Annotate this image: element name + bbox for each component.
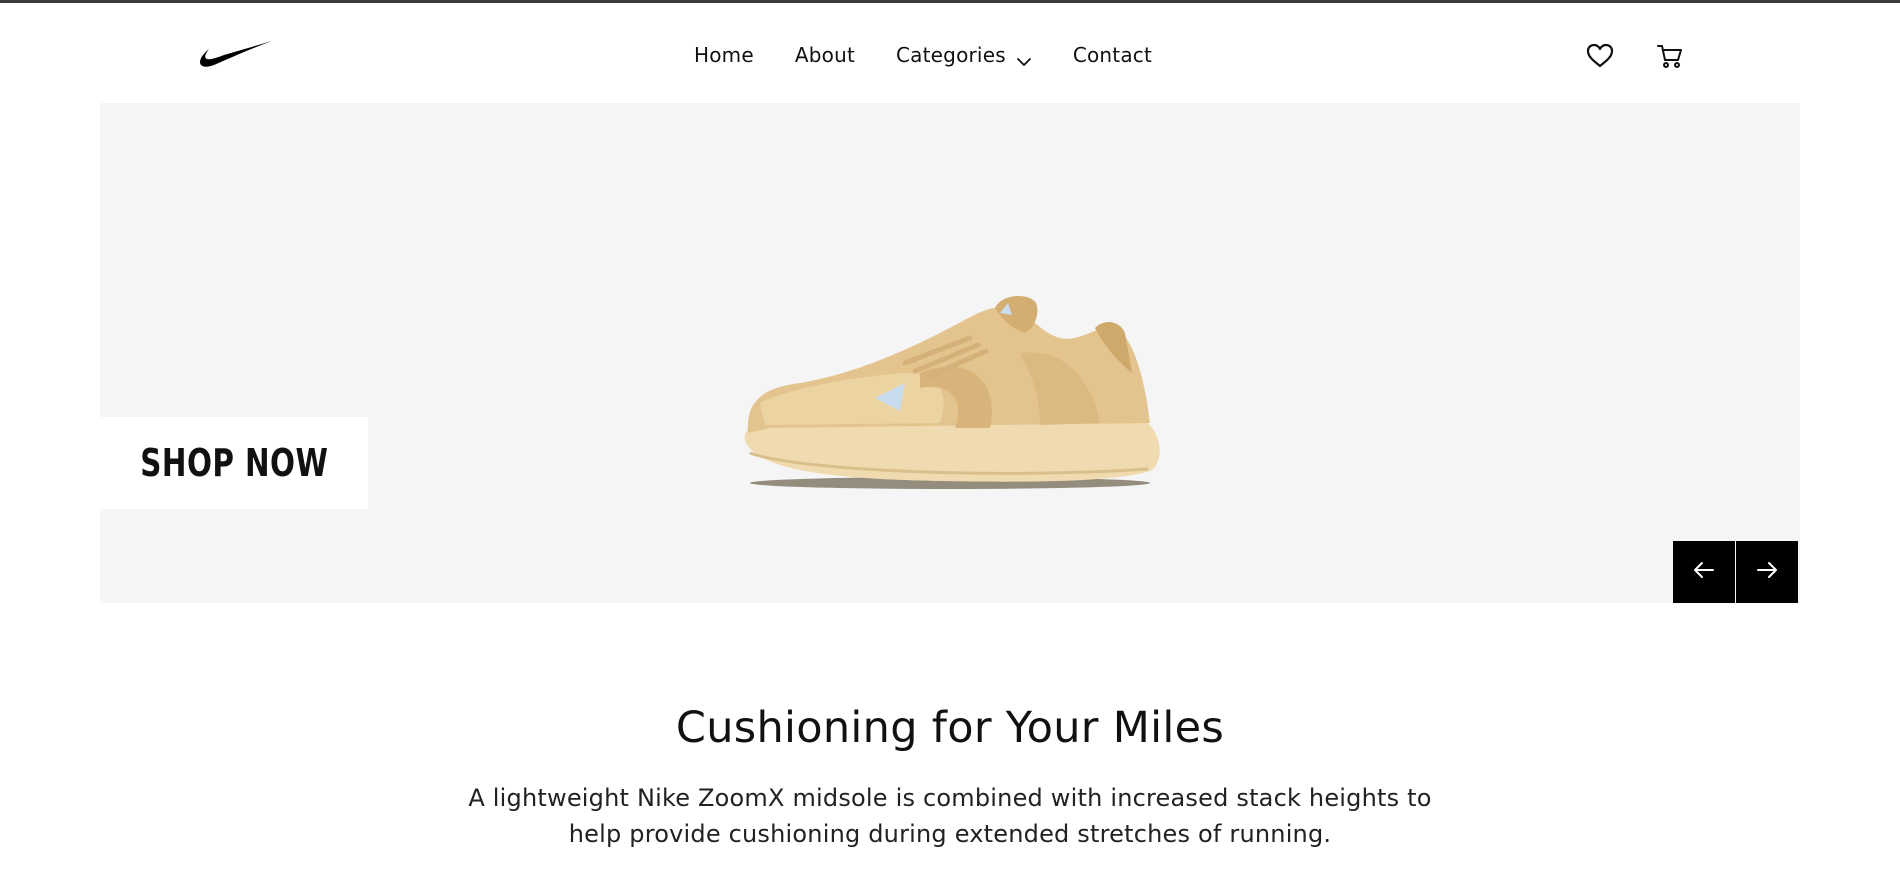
nav-item-label: Categories [896,43,1006,67]
site-header: Home About Categories Contact [0,3,1900,103]
nav-item-about[interactable]: About [795,43,855,67]
nav-item-contact[interactable]: Contact [1073,43,1152,67]
carousel-next-button[interactable] [1736,541,1798,603]
carousel-prev-button[interactable] [1673,541,1735,603]
shop-now-label: SHOP NOW [139,441,329,485]
shopping-cart-icon[interactable] [1655,41,1685,71]
nav-item-label: Home [694,43,754,67]
nav-item-label: About [794,43,856,67]
nike-swoosh-icon[interactable] [198,39,274,71]
heart-icon[interactable] [1585,41,1615,71]
nav-item-categories[interactable]: Categories [896,43,1032,67]
chevron-down-icon [1016,49,1032,66]
feature-title: Cushioning for Your Miles [675,703,1225,753]
hero-banner: SHOP NOW [100,103,1800,603]
arrow-right-icon [1756,561,1778,583]
nav-item-home[interactable]: Home [694,43,754,67]
shop-now-button[interactable]: SHOP NOW [100,417,368,509]
nav-item-label: Contact [1072,43,1153,67]
main-nav: Home About Categories Contact [694,41,1152,69]
arrow-left-icon [1693,561,1715,583]
feature-description: A lightweight Nike ZoomX midsole is comb… [468,784,1432,848]
product-image [740,293,1170,493]
